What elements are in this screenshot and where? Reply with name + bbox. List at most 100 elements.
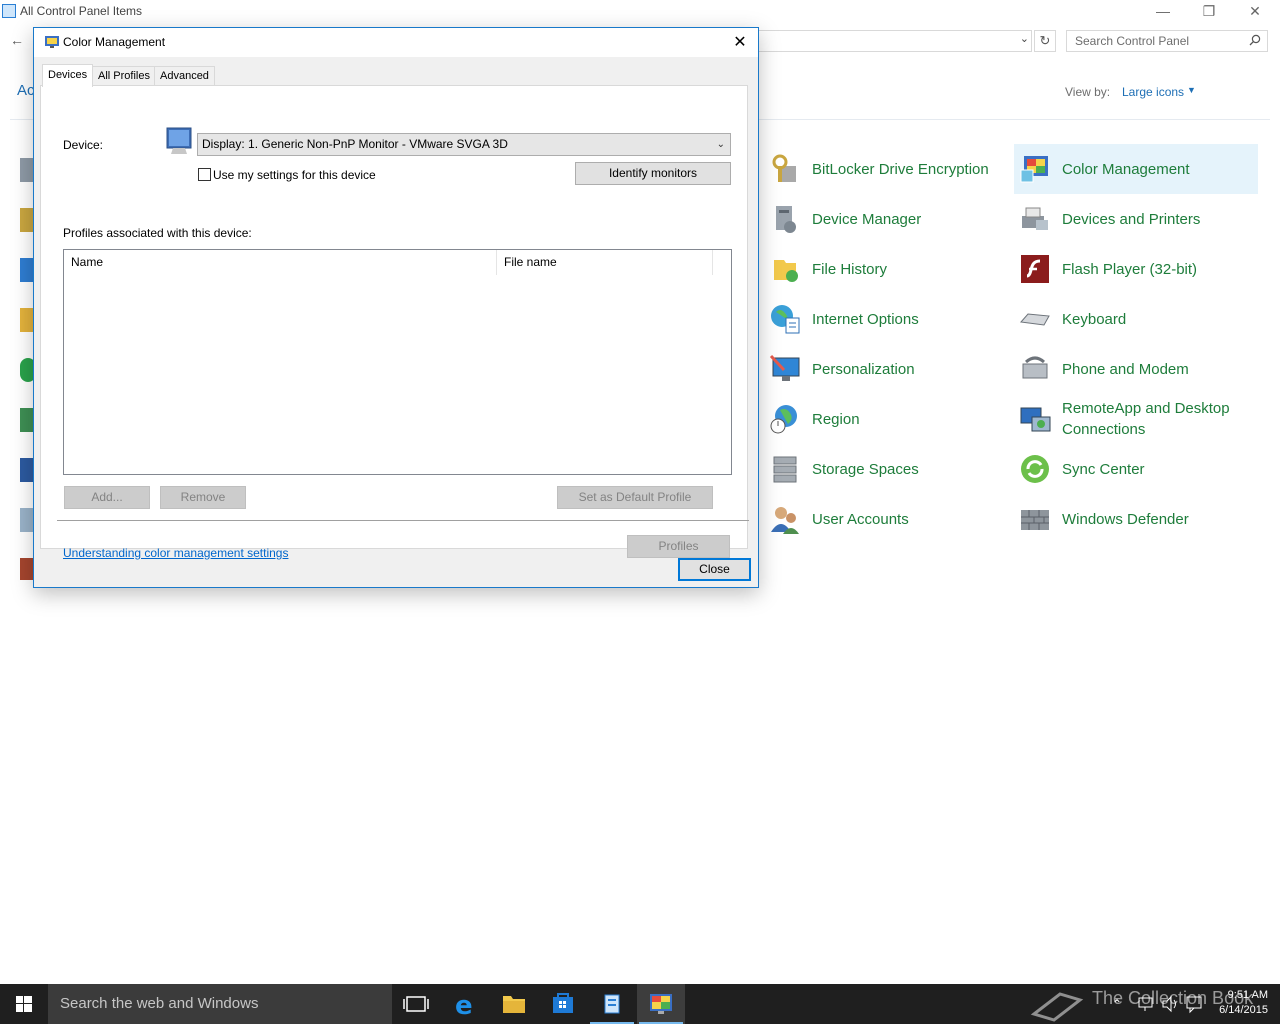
- start-button[interactable]: [0, 984, 48, 1024]
- item-storage-spaces[interactable]: Storage Spaces: [764, 444, 1008, 494]
- close-button[interactable]: Close: [678, 558, 751, 581]
- item-label: RemoteApp and Desktop Connections: [1062, 400, 1230, 438]
- page-heading-fragment: Ac: [17, 82, 35, 99]
- back-arrow-icon[interactable]: ←: [10, 32, 24, 48]
- item-label: User Accounts: [812, 510, 909, 528]
- sync-center-icon: [1018, 452, 1052, 486]
- item-phone-modem[interactable]: Phone and Modem: [1014, 344, 1258, 394]
- profiles-button[interactable]: Profiles: [627, 535, 730, 558]
- windows-logo-icon: [16, 996, 32, 1012]
- file-explorer-icon[interactable]: [490, 984, 538, 1024]
- windows-defender-icon: [1018, 502, 1052, 536]
- storage-spaces-icon: [768, 452, 802, 486]
- set-default-profile-button[interactable]: Set as Default Profile: [557, 486, 713, 509]
- close-window-button[interactable]: ✕: [1232, 0, 1278, 24]
- search-placeholder: Search Control Panel: [1075, 34, 1190, 48]
- refresh-button[interactable]: ↻: [1034, 30, 1056, 52]
- address-bar[interactable]: ⌄: [756, 30, 1032, 52]
- item-bitlocker[interactable]: BitLocker Drive Encryption: [764, 144, 1008, 194]
- item-label: Personalization: [812, 360, 915, 378]
- profiles-list[interactable]: Name File name: [63, 249, 732, 475]
- view-by-label: View by:: [1065, 85, 1111, 99]
- search-icon: [1249, 32, 1261, 52]
- item-devices-printers[interactable]: Devices and Printers: [1014, 194, 1258, 244]
- divider: [57, 520, 749, 521]
- identify-monitors-button[interactable]: Identify monitors: [575, 162, 731, 185]
- svg-text:e: e: [455, 991, 473, 1021]
- monitor-icon: [165, 126, 195, 158]
- item-region[interactable]: Region: [764, 394, 1008, 444]
- restore-button[interactable]: ❐: [1186, 0, 1232, 24]
- search-input[interactable]: Search Control Panel: [1066, 30, 1268, 52]
- region-icon: [768, 402, 802, 436]
- tab-devices[interactable]: Devices: [42, 64, 94, 87]
- personalization-icon: [768, 352, 802, 386]
- column-header-file-name[interactable]: File name: [497, 250, 713, 275]
- tab-advanced[interactable]: Advanced: [154, 66, 215, 86]
- edge-icon[interactable]: e: [442, 984, 490, 1024]
- color-management-dialog: Color Management ✕ Devices All Profiles …: [33, 27, 759, 588]
- close-icon[interactable]: ✕: [730, 32, 750, 52]
- item-label: File History: [812, 260, 888, 278]
- add-button[interactable]: Add...: [64, 486, 150, 509]
- remove-button[interactable]: Remove: [160, 486, 246, 509]
- device-dropdown[interactable]: Display: 1. Generic Non-PnP Monitor - VM…: [197, 133, 731, 156]
- item-label: Phone and Modem: [1062, 360, 1189, 378]
- internet-options-icon: [768, 302, 802, 336]
- use-my-settings-checkbox[interactable]: [198, 168, 211, 181]
- watermark-text: The Collection Book: [1092, 988, 1254, 1008]
- item-remoteapp[interactable]: RemoteApp and Desktop Connections: [1014, 394, 1258, 444]
- minimize-button[interactable]: —: [1140, 0, 1186, 24]
- chevron-down-icon[interactable]: ⌄: [717, 134, 725, 155]
- device-manager-icon: [768, 202, 802, 236]
- control-panel-icon: [2, 4, 16, 18]
- taskbar: Search the web and Windows e ⌃ 9:51 AM 6…: [0, 984, 1280, 1024]
- task-view-icon[interactable]: [392, 984, 440, 1024]
- cp-window-title: All Control Panel Items: [20, 4, 143, 18]
- item-label: Devices and Printers: [1062, 210, 1201, 228]
- column-header-name[interactable]: Name: [64, 250, 497, 275]
- device-label: Device:: [63, 138, 104, 152]
- item-color-management[interactable]: Color Management: [1014, 144, 1258, 194]
- item-flash-player[interactable]: Flash Player (32-bit): [1014, 244, 1258, 294]
- item-personalization[interactable]: Personalization: [764, 344, 1008, 394]
- taskbar-search-box[interactable]: Search the web and Windows: [48, 984, 392, 1024]
- flash-player-icon: [1018, 252, 1052, 286]
- item-windows-defender[interactable]: Windows Defender: [1014, 494, 1258, 544]
- chevron-down-icon[interactable]: ⌄: [1020, 32, 1029, 45]
- item-label: Internet Options: [812, 310, 919, 328]
- item-sync-center[interactable]: Sync Center: [1014, 444, 1258, 494]
- file-history-icon: [768, 252, 802, 286]
- profiles-label: Profiles associated with this device:: [63, 226, 252, 240]
- color-management-icon: [1018, 152, 1052, 186]
- item-label: Color Management: [1062, 160, 1190, 178]
- item-label: Flash Player (32-bit): [1062, 260, 1198, 278]
- view-by-dropdown[interactable]: Large icons: [1122, 85, 1184, 99]
- dialog-titlebar: Color Management ✕: [34, 28, 758, 57]
- item-user-accounts[interactable]: User Accounts: [764, 494, 1008, 544]
- item-file-history[interactable]: File History: [764, 244, 1008, 294]
- tab-all-profiles[interactable]: All Profiles: [92, 66, 156, 86]
- store-icon[interactable]: [539, 984, 587, 1024]
- item-device-manager[interactable]: Device Manager: [764, 194, 1008, 244]
- color-management-taskbar-icon[interactable]: [637, 984, 685, 1024]
- cp-titlebar: All Control Panel Items — ❐ ✕: [0, 0, 1280, 24]
- caret-down-icon[interactable]: ▼: [1187, 85, 1196, 95]
- item-label: Windows Defender: [1062, 510, 1189, 528]
- item-label: Storage Spaces: [812, 460, 919, 478]
- item-internet-options[interactable]: Internet Options: [764, 294, 1008, 344]
- watermark-book-icon: [1030, 984, 1090, 1024]
- item-label: Sync Center: [1062, 460, 1145, 478]
- devices-printers-icon: [1018, 202, 1052, 236]
- item-keyboard[interactable]: Keyboard: [1014, 294, 1258, 344]
- help-link[interactable]: Understanding color management settings: [63, 546, 288, 560]
- devices-tab-panel: Device: Display: 1. Generic Non-PnP Moni…: [40, 85, 749, 560]
- item-label: Region: [812, 410, 860, 428]
- list-header: Name File name: [64, 250, 731, 275]
- item-label: BitLocker Drive Encryption: [812, 160, 989, 178]
- bitlocker-icon: [768, 152, 802, 186]
- keyboard-icon: [1018, 302, 1052, 336]
- user-accounts-icon: [768, 502, 802, 536]
- use-my-settings-label[interactable]: Use my settings for this device: [213, 168, 376, 182]
- control-panel-taskbar-icon[interactable]: [588, 984, 636, 1024]
